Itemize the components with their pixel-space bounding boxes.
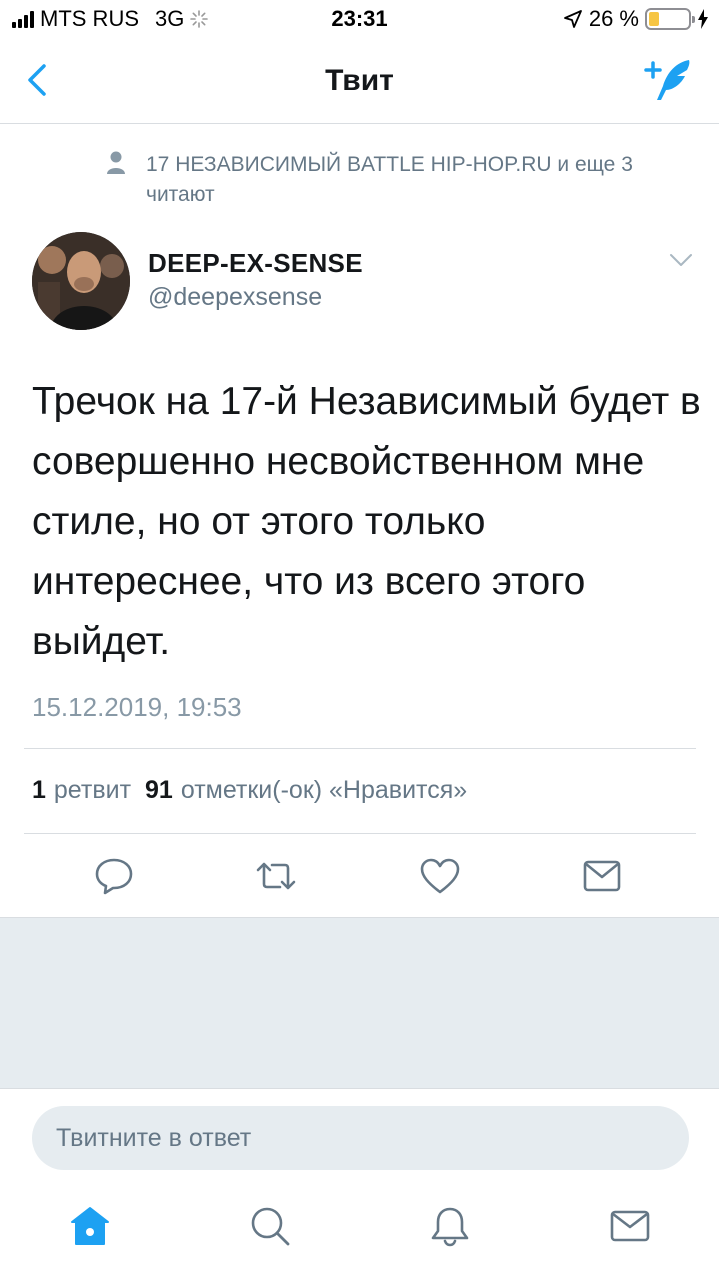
status-bar: MTS RUS 3G 23:31 26 % xyxy=(0,0,719,40)
tweet-actions xyxy=(0,848,719,908)
tab-bar xyxy=(0,1190,719,1280)
likes-count: 91 xyxy=(145,776,173,804)
avatar[interactable] xyxy=(32,232,130,330)
author-handle[interactable]: @deepexsense xyxy=(148,283,322,312)
battery-percent: 26 % xyxy=(588,6,639,31)
reply-icon[interactable] xyxy=(92,854,136,898)
divider xyxy=(24,833,696,834)
social-context-text: 17 НЕЗАВИСИМЫЙ BATTLE HIP-HOP.RU и еще 3… xyxy=(146,153,633,206)
home-icon[interactable] xyxy=(68,1204,112,1248)
retweets-count: 1 xyxy=(32,776,46,804)
status-right: 26 % xyxy=(563,6,709,32)
retweet-icon[interactable] xyxy=(254,854,298,898)
likes-stat[interactable]: 91 отметки(-ок) «Нравится» xyxy=(145,776,467,805)
location-arrow-icon xyxy=(563,10,582,28)
author-name[interactable]: DEEP-EX-SENSE xyxy=(148,248,363,279)
reply-input[interactable]: Твитните в ответ xyxy=(32,1106,689,1170)
social-context[interactable]: 17 НЕЗАВИСИМЫЙ BATTLE HIP-HOP.RU и еще 3… xyxy=(106,150,666,210)
battery-icon xyxy=(645,8,695,30)
tweet-timestamp: 15.12.2019, 19:53 xyxy=(32,692,242,722)
tweet-text: Тречок на 17-й Независимый будет в совер… xyxy=(32,380,701,663)
tweet-stats: 1 ретвит 91 отметки(-ок) «Нравится» xyxy=(32,776,467,805)
search-icon[interactable] xyxy=(248,1204,292,1248)
likes-label: отметки(-ок) «Нравится» xyxy=(180,776,468,804)
retweets-label: ретвит xyxy=(53,776,132,804)
divider xyxy=(24,748,696,749)
retweets-stat[interactable]: 1 ретвит xyxy=(32,776,131,805)
notifications-bell-icon[interactable] xyxy=(428,1204,472,1248)
share-envelope-icon[interactable] xyxy=(580,854,624,898)
person-icon xyxy=(107,151,125,174)
empty-replies-area xyxy=(0,917,719,1089)
reply-placeholder: Твитните в ответ xyxy=(56,1124,252,1152)
compose-tweet-icon[interactable] xyxy=(643,56,695,106)
navigation-bar: Твит xyxy=(0,40,719,124)
page-title: Твит xyxy=(325,64,394,97)
heart-icon[interactable] xyxy=(418,854,462,898)
messages-envelope-icon[interactable] xyxy=(608,1204,652,1248)
charging-bolt-icon xyxy=(698,9,708,29)
chevron-down-icon[interactable] xyxy=(669,252,693,268)
